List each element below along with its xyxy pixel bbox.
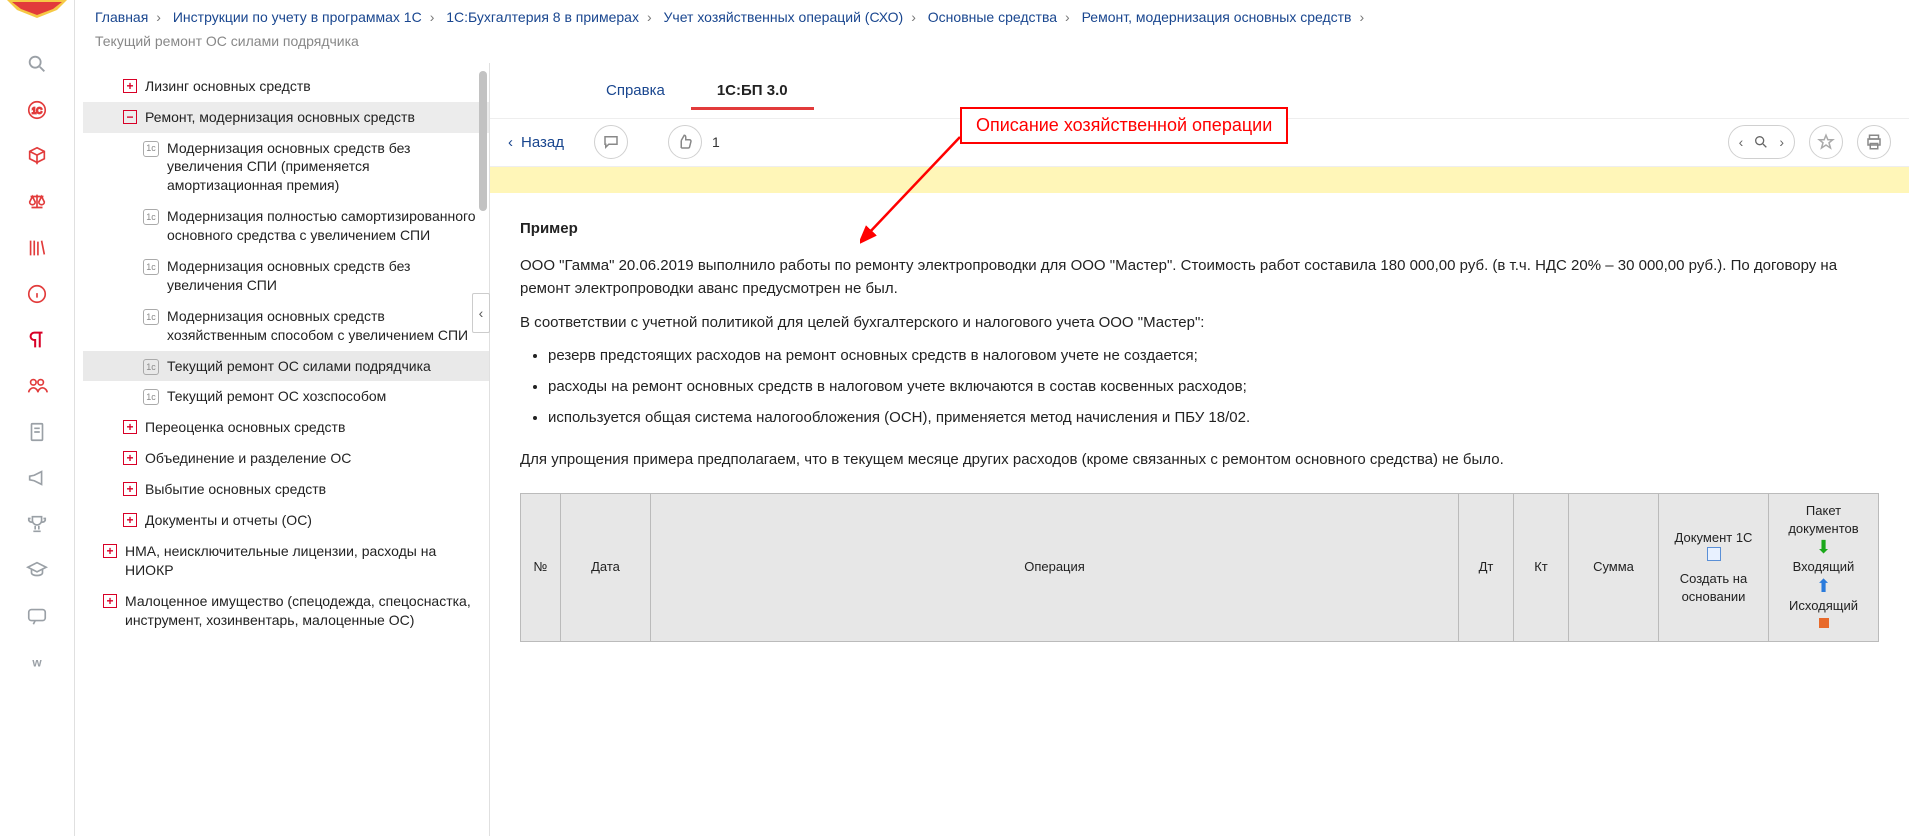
th-no: № [521,493,561,641]
crumb-1[interactable]: Инструкции по учету в программах 1С [173,9,422,25]
one-c-icon[interactable]: 1C [25,98,49,122]
arrow-up-blue-icon: ⬆ [1816,576,1831,596]
square-red-icon [1819,618,1829,628]
paragraph: В соответствии с учетной политикой для ц… [520,311,1879,334]
svg-text:w: w [31,656,42,670]
tree-panel: +Лизинг основных средств −Ремонт, модерн… [75,63,490,836]
operations-table: № Дата Операция Дт Кт Сумма Документ 1С … [520,493,1879,642]
th-dt: Дт [1459,493,1514,641]
crumb-current: Текущий ремонт ОС силами подрядчика [95,30,1889,52]
svg-text:1C: 1C [32,107,43,116]
list-item: расходы на ремонт основных средств в нал… [548,375,1879,398]
books-icon[interactable] [25,236,49,260]
collapse-tree-button[interactable]: ‹ [472,293,490,333]
megaphone-icon[interactable] [25,466,49,490]
info-icon[interactable] [25,282,49,306]
search-icon[interactable] [25,52,49,76]
like-count: 1 [712,134,720,150]
paragraph-icon[interactable] [25,328,49,352]
tree-item[interactable]: 1cМодернизация основных средств без увел… [83,251,489,301]
crumb-home[interactable]: Главная [95,9,148,25]
tree-item[interactable]: 1cТекущий ремонт ОС хозспособом [83,381,489,412]
graduation-icon[interactable] [25,558,49,582]
doc-small-icon [1707,547,1721,561]
chat-icon[interactable] [25,604,49,628]
tree-item-selected[interactable]: 1cТекущий ремонт ОС силами подрядчика [83,351,489,382]
tree-item[interactable]: +Объединение и разделение ОС [83,443,489,474]
tab-1c-bp[interactable]: 1С:БП 3.0 [691,72,814,109]
th-pack: Пакет документов ⬇ Входящий ⬆ Исходящий [1769,493,1879,641]
tree-item[interactable]: +Переоценка основных средств [83,412,489,443]
paragraph: ООО "Гамма" 20.06.2019 выполнило работы … [520,254,1879,301]
tree-item[interactable]: 1cМодернизация основных средств без увел… [83,133,489,202]
crumb-5[interactable]: Ремонт, модернизация основных средств [1082,9,1352,25]
tree-item[interactable]: +Лизинг основных средств [83,71,489,102]
vk-icon[interactable]: w [25,650,49,674]
tree-item[interactable]: +Выбытие основных средств [83,474,489,505]
article-body: Пример ООО "Гамма" 20.06.2019 выполнило … [490,193,1909,836]
doc-icon[interactable] [25,420,49,444]
chevron-right-icon: › [1779,134,1784,150]
th-op: Операция [651,493,1459,641]
content-panel: Справка 1С:БП 3.0 ‹ Назад 1 [490,63,1909,836]
annotation-callout: Описание хозяйственной операции [960,107,1288,144]
tree-item[interactable]: +Документы и отчеты (ОС) [83,505,489,536]
comments-button[interactable] [594,125,628,159]
zoom-control[interactable]: ‹ › [1728,125,1795,159]
tab-reference[interactable]: Справка [580,72,691,109]
back-button[interactable]: ‹ Назад [508,134,564,151]
chevron-left-icon: ‹ [1739,134,1744,150]
th-doc: Документ 1С Создать на основании [1659,493,1769,641]
people-icon[interactable] [25,374,49,398]
list-item: используется общая система налогообложен… [548,406,1879,429]
tree-scrollbar[interactable] [479,71,487,828]
magnifier-icon [1753,134,1769,150]
toolbar: ‹ Назад 1 ‹ › [490,119,1909,167]
crumb-3[interactable]: Учет хозяйственных операций (СХО) [664,9,904,25]
print-button[interactable] [1857,125,1891,159]
th-kt: Кт [1514,493,1569,641]
breadcrumb: Главная› Инструкции по учету в программа… [75,0,1909,53]
tree-item[interactable]: +Малоценное имущество (спецодежда, спецо… [83,586,489,636]
cube-icon[interactable] [25,144,49,168]
highlight-band [490,167,1909,193]
chevron-left-icon: ‹ [508,134,513,151]
example-heading: Пример [520,217,1879,240]
crumb-4[interactable]: Основные средства [928,9,1057,25]
paragraph: Для упрощения примера предполагаем, что … [520,448,1879,471]
th-date: Дата [561,493,651,641]
crumb-2[interactable]: 1С:Бухгалтерия 8 в примерах [446,9,639,25]
favorite-button[interactable] [1809,125,1843,159]
trophy-icon[interactable] [25,512,49,536]
logo-fragment [7,0,67,22]
scales-icon[interactable] [25,190,49,214]
list-item: резерв предстоящих расходов на ремонт ос… [548,344,1879,367]
left-rail: 1C w [0,0,75,836]
like-button[interactable] [668,125,702,159]
logo-slot [0,0,74,30]
th-sum: Сумма [1569,493,1659,641]
tree-item[interactable]: 1cМодернизация полностью самортизированн… [83,201,489,251]
tree-item-expanded[interactable]: −Ремонт, модернизация основных средств [83,102,489,133]
arrow-down-green-icon: ⬇ [1816,537,1831,557]
tree-item[interactable]: 1cМодернизация основных средств хозяйств… [83,301,489,351]
tree-item[interactable]: +НМА, неисключительные лицензии, расходы… [83,536,489,586]
